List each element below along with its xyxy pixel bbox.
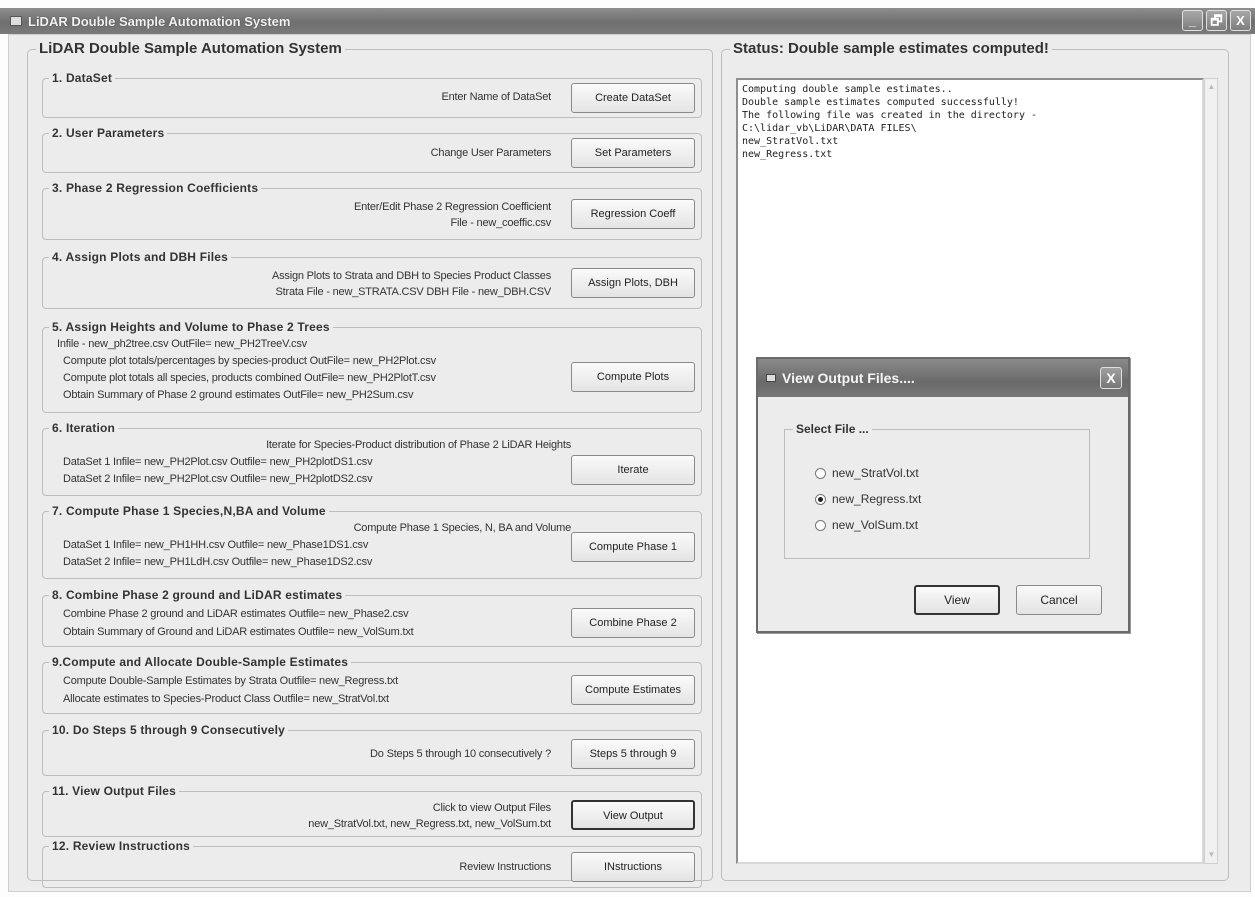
step-compute-allocate-estimates: 9.Compute and Allocate Double-Sample Est… xyxy=(42,655,702,714)
step-text: Do Steps 5 through 10 consecutively ? xyxy=(370,748,551,760)
step-compute-phase1: 7. Compute Phase 1 Species,N,BA and Volu… xyxy=(42,504,702,579)
step-text: DataSet 1 Infile= new_PH2Plot.csv Outfil… xyxy=(63,456,373,468)
step-text: Allocate estimates to Species-Product Cl… xyxy=(63,693,389,705)
step-text: Enter Name of DataSet xyxy=(441,91,551,103)
dialog-close-button[interactable]: X xyxy=(1100,367,1122,389)
log-line: Double sample estimates computed success… xyxy=(742,97,1019,108)
step-title: 3. Phase 2 Regression Coefficients xyxy=(49,181,262,195)
step-text: Obtain Summary of Phase 2 ground estimat… xyxy=(63,389,414,401)
cancel-button[interactable]: Cancel xyxy=(1016,585,1102,615)
status-scrollbar[interactable]: ▲ ▼ xyxy=(1204,78,1218,864)
step-regression-coefficients: 3. Phase 2 Regression Coefficients Enter… xyxy=(42,181,702,240)
step-iteration: 6. Iteration Iterate for Species-Product… xyxy=(42,421,702,496)
step-title: 5. Assign Heights and Volume to Phase 2 … xyxy=(49,320,333,334)
log-line: new_Regress.txt xyxy=(742,149,833,160)
scroll-up-icon[interactable]: ▲ xyxy=(1206,81,1217,93)
step-title: 10. Do Steps 5 through 9 Consecutively xyxy=(49,723,288,737)
step-dataset: 1. DataSet Enter Name of DataSet Create … xyxy=(42,71,702,118)
step-review-instructions: 12. Review Instructions Review Instructi… xyxy=(42,839,702,888)
steps-5-through-9-button[interactable]: Steps 5 through 9 xyxy=(571,739,695,769)
iterate-button[interactable]: Iterate xyxy=(571,455,695,485)
combine-phase2-button[interactable]: Combine Phase 2 xyxy=(571,608,695,638)
step-title: 7. Compute Phase 1 Species,N,BA and Volu… xyxy=(49,504,329,518)
main-panel-title: LiDAR Double Sample Automation System xyxy=(36,40,345,57)
radio-button[interactable] xyxy=(815,493,826,505)
view-output-button[interactable]: View Output xyxy=(571,800,695,830)
dialog-title: View Output Files.... xyxy=(782,370,915,386)
step-text: DataSet 1 Infile= new_PH1HH.csv Outfile=… xyxy=(63,539,369,551)
set-parameters-button[interactable]: Set Parameters xyxy=(571,138,695,168)
assign-plots-dbh-button[interactable]: Assign Plots, DBH xyxy=(571,268,695,298)
step-title: 4. Assign Plots and DBH Files xyxy=(49,250,232,264)
radio-button[interactable] xyxy=(815,519,826,531)
log-line: C:\lidar_vb\LiDAR\DATA FILES\ xyxy=(742,123,917,134)
app-icon xyxy=(10,16,22,26)
title-bar: LiDAR Double Sample Automation System _ … xyxy=(0,8,1255,34)
compute-estimates-button[interactable]: Compute Estimates xyxy=(571,675,695,705)
step-title: 2. User Parameters xyxy=(49,126,168,140)
instructions-button[interactable]: INstructions xyxy=(571,852,695,882)
step-assign-plots-dbh: 4. Assign Plots and DBH Files Assign Plo… xyxy=(42,250,702,309)
option-label: new_Regress.txt xyxy=(832,492,922,506)
step-title: 1. DataSet xyxy=(49,71,116,85)
view-output-files-dialog: View Output Files.... X Select File ... … xyxy=(756,357,1130,633)
step-text: Compute plot totals all species, product… xyxy=(63,372,436,384)
scroll-down-icon[interactable]: ▼ xyxy=(1206,849,1217,861)
regression-coeff-button[interactable]: Regression Coeff xyxy=(571,199,695,229)
select-file-group: Select File ... new_StratVol.txt new_Reg… xyxy=(784,422,1090,559)
compute-phase1-button[interactable]: Compute Phase 1 xyxy=(571,532,695,562)
minimize-button[interactable]: _ xyxy=(1182,10,1203,31)
create-dataset-button[interactable]: Create DataSet xyxy=(571,83,695,113)
step-text: Obtain Summary of Ground and LiDAR estim… xyxy=(63,626,414,638)
step-title: 8. Combine Phase 2 ground and LiDAR esti… xyxy=(49,588,346,602)
step-text: Review Instructions xyxy=(459,861,551,873)
view-button[interactable]: View xyxy=(914,585,1000,615)
step-text: Assign Plots to Strata and DBH to Specie… xyxy=(271,270,551,282)
step-assign-heights-volume: 5. Assign Heights and Volume to Phase 2 … xyxy=(42,320,702,413)
step-text: DataSet 2 Infile= new_PH2Plot.csv Outfil… xyxy=(63,473,373,485)
step-text: Change User Parameters xyxy=(430,147,552,159)
step-title: 6. Iteration xyxy=(49,421,119,435)
step-title: 11. View Output Files xyxy=(49,784,180,798)
step-view-output-files: 11. View Output Files Click to view Outp… xyxy=(42,784,702,837)
dialog-app-icon xyxy=(766,374,776,382)
step-title: 9.Compute and Allocate Double-Sample Est… xyxy=(49,655,352,669)
step-user-parameters: 2. User Parameters Change User Parameter… xyxy=(42,126,702,173)
compute-plots-button[interactable]: Compute Plots xyxy=(571,362,695,392)
step-text: new_StratVol.txt, new_Regress.txt, new_V… xyxy=(308,818,551,830)
main-panel: LiDAR Double Sample Automation System 1.… xyxy=(27,40,713,888)
step-text: Compute Double-Sample Estimates by Strat… xyxy=(63,675,398,687)
log-line: Computing double sample estimates.. xyxy=(742,84,953,95)
step-text: Enter/Edit Phase 2 Regression Coefficien… xyxy=(353,201,551,213)
option-label: new_StratVol.txt xyxy=(832,466,919,480)
close-button[interactable]: X xyxy=(1230,10,1251,31)
step-combine-phase2: 8. Combine Phase 2 ground and LiDAR esti… xyxy=(42,588,702,647)
step-text: Iterate for Species-Product distribution… xyxy=(266,439,571,451)
log-line: new_StratVol.txt xyxy=(742,136,839,147)
option-volsum[interactable]: new_VolSum.txt xyxy=(815,518,918,532)
dialog-title-bar: View Output Files.... X xyxy=(758,359,1128,397)
radio-button[interactable] xyxy=(815,467,826,479)
step-text: Strata File - new_STRATA.CSV DBH File - … xyxy=(275,286,552,298)
step-steps-5-through-9: 10. Do Steps 5 through 9 Consecutively D… xyxy=(42,723,702,776)
log-line: The following file was created in the di… xyxy=(742,110,1038,121)
option-regress[interactable]: new_Regress.txt xyxy=(815,492,921,506)
option-stratvol[interactable]: new_StratVol.txt xyxy=(815,466,919,480)
status-title: Status: Double sample estimates computed… xyxy=(730,40,1052,57)
select-file-title: Select File ... xyxy=(793,422,872,436)
step-text: Compute plot totals/percentages by speci… xyxy=(63,355,436,367)
step-text: File - new_coeffic.csv xyxy=(450,217,551,229)
step-text: Compute Phase 1 Species, N, BA and Volum… xyxy=(353,522,572,534)
step-text: Combine Phase 2 ground and LiDAR estimat… xyxy=(63,608,409,620)
option-label: new_VolSum.txt xyxy=(832,518,919,532)
step-text: Click to view Output Files xyxy=(432,802,551,814)
step-text: Infile - new_ph2tree.csv OutFile= new_PH… xyxy=(57,338,307,350)
restore-button[interactable]: 🗗 xyxy=(1206,10,1227,31)
window-title: LiDAR Double Sample Automation System xyxy=(28,13,291,29)
window-controls: _ 🗗 X xyxy=(1182,10,1251,31)
step-text: DataSet 2 Infile= new_PH1LdH.csv Outfile… xyxy=(63,556,373,568)
step-title: 12. Review Instructions xyxy=(49,839,193,853)
